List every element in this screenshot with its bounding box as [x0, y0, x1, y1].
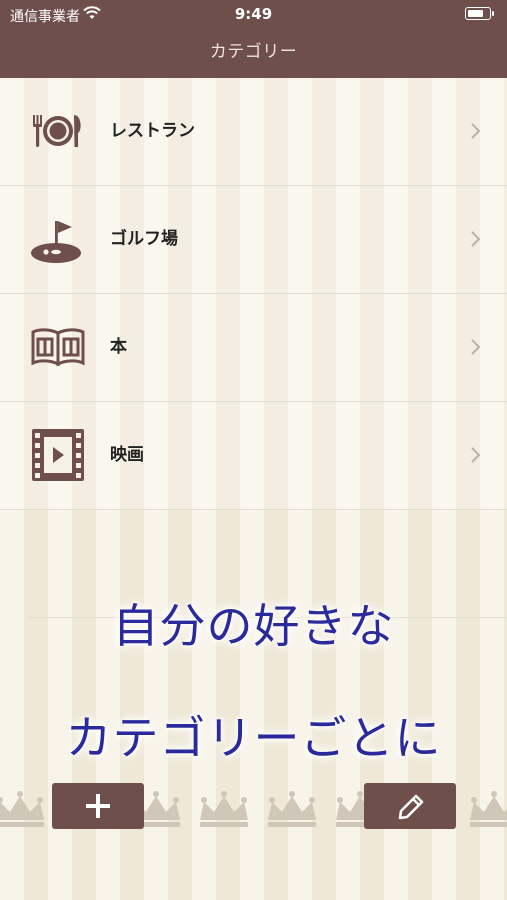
category-row-movie[interactable]: 映画	[0, 402, 507, 510]
chevron-right-icon	[471, 123, 481, 139]
category-label: ゴルフ場	[110, 229, 178, 249]
battery-icon	[465, 7, 494, 20]
category-row-book[interactable]: 本	[0, 294, 507, 402]
category-row-restaurant[interactable]: レストラン	[0, 78, 507, 186]
caption-line-1: 自分の好きな	[112, 599, 395, 653]
plus-icon	[86, 794, 110, 818]
edit-button[interactable]	[364, 783, 456, 829]
caption-line-2: カテゴリーごとに	[65, 711, 442, 765]
restaurant-icon	[33, 115, 81, 147]
chevron-right-icon	[471, 447, 481, 463]
chevron-right-icon	[471, 231, 481, 247]
golf-icon	[31, 221, 81, 263]
clock: 9:49	[234, 5, 273, 23]
category-label: 映画	[110, 445, 144, 465]
book-icon	[31, 328, 85, 367]
status-bar: 通信事業者 9:49	[0, 0, 507, 28]
category-label: 本	[110, 337, 127, 357]
chevron-right-icon	[471, 339, 481, 355]
category-row-golf[interactable]: ゴルフ場	[0, 186, 507, 294]
pencil-icon	[398, 794, 424, 820]
navigation-bar: カテゴリー	[0, 28, 507, 78]
category-list: レストラン ゴルフ場 本 映画	[0, 78, 507, 510]
category-label: レストラン	[110, 121, 195, 141]
film-icon	[32, 429, 84, 481]
add-category-button[interactable]	[52, 783, 144, 829]
page-title: カテゴリー	[209, 42, 298, 62]
